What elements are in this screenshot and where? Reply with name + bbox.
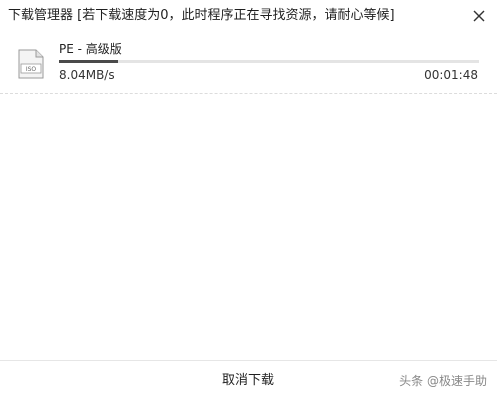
file-name: PE - 高级版 xyxy=(59,42,122,56)
download-manager-window: 下载管理器 [若下载速度为0，此时程序正在寻找资源，请耐心等候] ISO PE … xyxy=(0,0,497,400)
download-speed: 8.04MB/s xyxy=(59,68,115,82)
window-title: 下载管理器 [若下载速度为0，此时程序正在寻找资源，请耐心等候] xyxy=(8,8,395,23)
progress-fill xyxy=(59,60,118,63)
iso-file-icon: ISO xyxy=(18,49,44,79)
close-button[interactable] xyxy=(471,8,487,24)
watermark-text: 头条 @极速手助 xyxy=(399,374,487,388)
footer-bar: 取消下载 头条 @极速手助 xyxy=(0,360,497,400)
progress-bar xyxy=(59,60,479,63)
elapsed-time: 00:01:48 xyxy=(424,68,478,82)
file-type-label: ISO xyxy=(26,66,37,73)
download-item: ISO PE - 高级版 8.04MB/s 00:01:48 xyxy=(0,32,497,94)
close-icon xyxy=(473,10,485,22)
cancel-download-button[interactable]: 取消下载 xyxy=(208,371,288,391)
title-bar: 下载管理器 [若下载速度为0，此时程序正在寻找资源，请耐心等候] xyxy=(0,0,497,32)
download-list: ISO PE - 高级版 8.04MB/s 00:01:48 xyxy=(0,32,497,360)
